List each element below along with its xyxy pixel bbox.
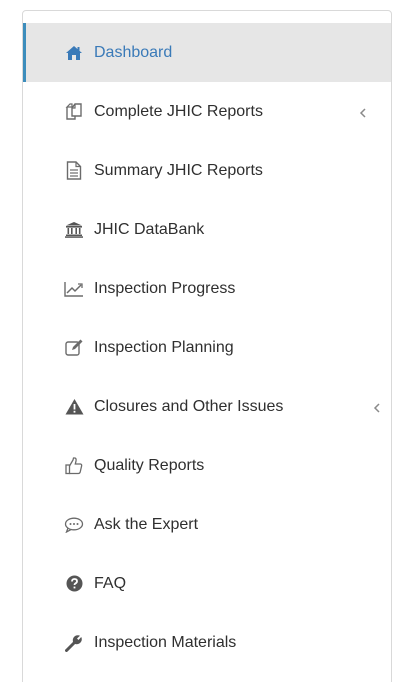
edit-icon — [63, 337, 85, 359]
sidebar-item-label: Ask the Expert — [94, 515, 199, 533]
document-icon — [63, 160, 85, 182]
warning-icon — [63, 396, 85, 418]
sidebar-item-label: Complete JHIC Reports — [94, 102, 263, 120]
sidebar-item-label: Inspection Progress — [94, 279, 236, 297]
sidebar-item-faq[interactable]: FAQ — [23, 554, 391, 613]
sidebar-item-complete-jhic-reports[interactable]: Complete JHIC Reports — [23, 82, 391, 141]
sidebar-item-label: JHIC DataBank — [94, 220, 205, 238]
wrench-icon — [63, 632, 85, 654]
sidebar-panel: Dashboard Complete JHIC Reports Summary … — [22, 10, 392, 682]
sidebar-item-label: Inspection Planning — [94, 338, 234, 356]
line-chart-icon — [63, 278, 85, 300]
home-icon — [63, 42, 85, 64]
sidebar-item-quality-reports[interactable]: Quality Reports — [23, 436, 391, 495]
copy-icon — [63, 101, 85, 123]
speech-bubble-icon — [63, 514, 85, 536]
sidebar-item-label: Inspection Materials — [94, 633, 237, 651]
sidebar-item-label: Summary JHIC Reports — [94, 161, 263, 179]
sidebar-item-jhic-databank[interactable]: JHIC DataBank — [23, 200, 391, 259]
sidebar-item-dashboard[interactable]: Dashboard — [23, 23, 391, 82]
sidebar-item-summary-jhic-reports[interactable]: Summary JHIC Reports — [23, 141, 391, 200]
sidebar-item-label: FAQ — [94, 574, 127, 592]
sidebar-item-label: Dashboard — [94, 43, 173, 61]
chevron-left-icon[interactable] — [371, 401, 383, 413]
sidebar-item-ask-the-expert[interactable]: Ask the Expert — [23, 495, 391, 554]
bank-icon — [63, 219, 85, 241]
chevron-left-icon[interactable] — [357, 106, 369, 118]
sidebar-item-inspection-planning[interactable]: Inspection Planning — [23, 318, 391, 377]
sidebar-item-closures-and-other-issues[interactable]: Closures and Other Issues — [23, 377, 391, 436]
thumbs-up-icon — [63, 455, 85, 477]
sidebar-item-label: Closures and Other Issues — [94, 397, 284, 415]
sidebar-item-inspection-materials[interactable]: Inspection Materials — [23, 613, 391, 672]
question-circle-icon — [63, 573, 85, 595]
sidebar-item-label: Quality Reports — [94, 456, 205, 474]
sidebar-menu: Dashboard Complete JHIC Reports Summary … — [23, 23, 391, 672]
sidebar-item-inspection-progress[interactable]: Inspection Progress — [23, 259, 391, 318]
